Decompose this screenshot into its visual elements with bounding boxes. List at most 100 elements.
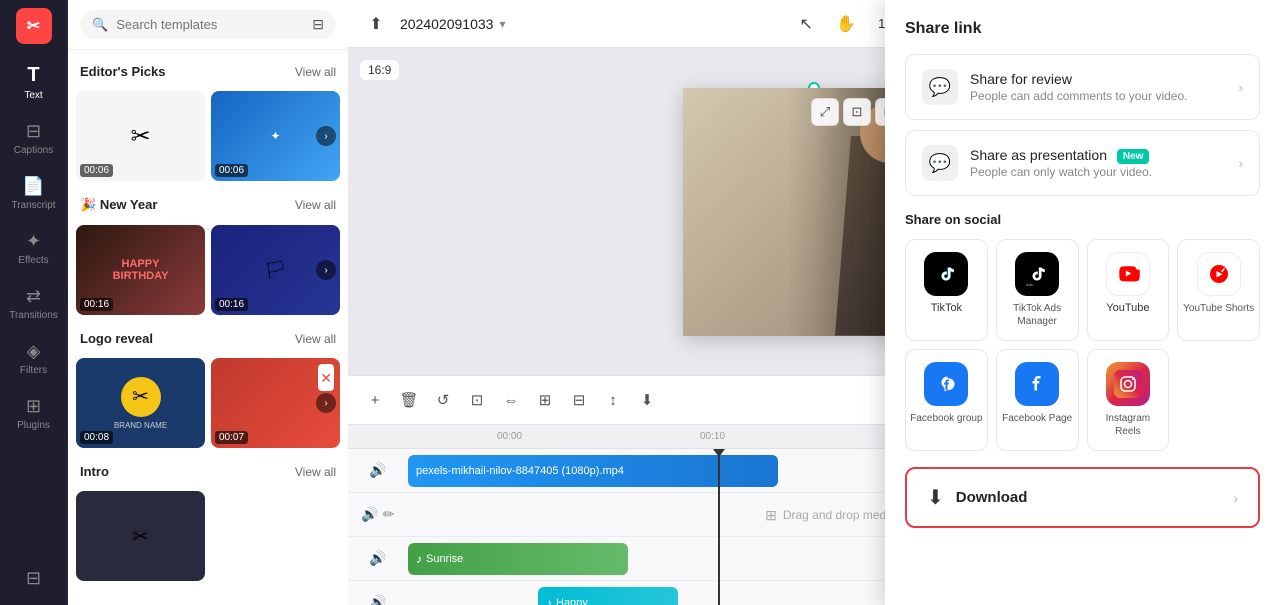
logo-reveal-row: ✂ BRAND NAME 00:08 ✕ 00:07 › bbox=[76, 358, 340, 448]
new-badge: New bbox=[1117, 149, 1150, 164]
search-wrap[interactable]: 🔍 ⊟ bbox=[80, 10, 336, 39]
section-editors-picks-viewall[interactable]: View all bbox=[295, 65, 336, 79]
template-card[interactable]: ✂ BRAND NAME 00:08 bbox=[76, 358, 205, 448]
aspect-ratio-badge: 16:9 bbox=[360, 60, 399, 80]
section-logo-reveal-viewall[interactable]: View all bbox=[295, 332, 336, 346]
timeline-flip-button[interactable]: ⇔ bbox=[496, 385, 526, 415]
volume-icon[interactable]: 🔊 bbox=[369, 462, 386, 479]
template-card[interactable]: ✂ 00:06 bbox=[76, 91, 205, 181]
new-year-emoji: 🎉 bbox=[80, 197, 100, 212]
sidebar-label-plugins: Plugins bbox=[17, 420, 50, 431]
timeline-add-button[interactable]: + bbox=[360, 385, 390, 415]
canvas-crop-button[interactable]: ⊡ bbox=[843, 98, 871, 126]
sidebar-item-transitions[interactable]: ⇄ Transitions bbox=[4, 278, 64, 329]
template-duration: 00:16 bbox=[215, 298, 248, 311]
timeline-unlink-button[interactable]: ⊟ bbox=[564, 385, 594, 415]
template-card[interactable]: ✂ bbox=[76, 491, 205, 581]
social-item-youtube-shorts[interactable]: YouTube Shorts bbox=[1177, 239, 1260, 341]
audio-icon: ♪ bbox=[546, 596, 552, 605]
track-controls-audio2: 🔊 bbox=[348, 594, 408, 605]
youtube-label: YouTube bbox=[1106, 302, 1149, 314]
share-as-presentation-title: Share as presentation New bbox=[970, 147, 1152, 163]
instagram-icon bbox=[1106, 362, 1150, 406]
facebook-group-icon bbox=[924, 362, 968, 406]
templates-search-area: 🔍 ⊟ bbox=[68, 0, 348, 50]
download-button[interactable]: ⬇ Download › bbox=[905, 467, 1260, 528]
share-for-review-title: Share for review bbox=[970, 71, 1187, 87]
sidebar-item-filters[interactable]: ◈ Filters bbox=[4, 333, 64, 384]
share-as-presentation-option[interactable]: 💬 Share as presentation New People can o… bbox=[905, 130, 1260, 196]
video-clip-label: pexels-mikhail-nilov-8847405 (1080p).mp4 bbox=[416, 465, 624, 477]
project-name-text: 202402091033 bbox=[400, 16, 493, 32]
timeline-split-button[interactable]: ⊞ bbox=[530, 385, 560, 415]
hand-tool-button[interactable]: ✋ bbox=[830, 8, 862, 40]
social-item-facebook-group[interactable]: Facebook group bbox=[905, 349, 988, 451]
share-as-presentation-arrow-icon: › bbox=[1238, 155, 1243, 171]
social-item-youtube[interactable]: YouTube bbox=[1087, 239, 1170, 341]
tiktok-label: TikTok bbox=[931, 302, 962, 314]
sidebar: ✂ T Text ⊟ Captions 📄 Transcript ✦ Effec… bbox=[0, 0, 68, 605]
project-name[interactable]: 202402091033 ▾ bbox=[400, 16, 505, 32]
timeline-download-button[interactable]: ⬇ bbox=[632, 385, 662, 415]
youtube-icon bbox=[1106, 252, 1150, 296]
section-new-year-title: 🎉 New Year bbox=[80, 197, 157, 213]
sidebar-item-effects[interactable]: ✦ Effects bbox=[4, 223, 64, 274]
sidebar-item-captions[interactable]: ⊟ Captions bbox=[4, 113, 64, 164]
download-label: Download bbox=[956, 489, 1028, 506]
timeline-crop-button[interactable]: ⊡ bbox=[462, 385, 492, 415]
sidebar-item-transcript[interactable]: 📄 Transcript bbox=[4, 168, 64, 219]
template-card[interactable]: 🏳 00:16 › bbox=[211, 225, 340, 315]
app-logo[interactable]: ✂ bbox=[16, 8, 52, 44]
video-clip[interactable]: pexels-mikhail-nilov-8847405 (1080p).mp4 bbox=[408, 455, 778, 487]
sidebar-item-plugins[interactable]: ⊞ Plugins bbox=[4, 388, 64, 439]
timeline-delete-button[interactable]: 🗑 bbox=[394, 385, 424, 415]
social-item-facebook-page[interactable]: Facebook Page bbox=[996, 349, 1079, 451]
section-intro-viewall[interactable]: View all bbox=[295, 465, 336, 479]
section-intro-header: Intro View all bbox=[76, 458, 340, 485]
facebook-page-label: Facebook Page bbox=[1002, 412, 1072, 425]
audio-clip-sunrise[interactable]: ♪ Sunrise bbox=[408, 543, 628, 575]
instagram-reels-label: Instagram Reels bbox=[1092, 412, 1165, 438]
audio-icon: ♪ bbox=[416, 552, 422, 566]
timeline-loop-button[interactable]: ↺ bbox=[428, 385, 458, 415]
volume-icon[interactable]: 🔊 bbox=[369, 550, 386, 567]
sidebar-item-text[interactable]: T Text bbox=[4, 56, 64, 109]
social-item-tiktok-ads[interactable]: Ads TikTok Ads Manager bbox=[996, 239, 1079, 341]
filter-icon[interactable]: ⊟ bbox=[312, 16, 324, 33]
editors-picks-row: ✂ 00:06 ✦ 00:06 › bbox=[76, 91, 340, 181]
template-card[interactable]: ✦ 00:06 › bbox=[211, 91, 340, 181]
project-name-chevron-icon: ▾ bbox=[499, 17, 505, 31]
youtube-shorts-label: YouTube Shorts bbox=[1183, 302, 1254, 315]
sidebar-label-transitions: Transitions bbox=[9, 310, 58, 321]
search-input[interactable] bbox=[116, 17, 304, 32]
review-icon: 💬 bbox=[922, 69, 958, 105]
volume-icon[interactable]: 🔊 bbox=[361, 506, 378, 523]
audio-clip-happy[interactable]: ♪ Happy bbox=[538, 587, 678, 605]
share-for-review-left: 💬 Share for review People can add commen… bbox=[922, 69, 1187, 105]
template-duration: 00:06 bbox=[80, 164, 113, 177]
template-card[interactable]: ✕ 00:07 › bbox=[211, 358, 340, 448]
volume-icon[interactable]: 🔊 bbox=[369, 594, 386, 605]
social-item-tiktok[interactable]: TikTok bbox=[905, 239, 988, 341]
sidebar-label-effects: Effects bbox=[18, 255, 48, 266]
social-item-instagram-reels[interactable]: Instagram Reels bbox=[1087, 349, 1170, 451]
template-arrow-icon[interactable]: › bbox=[316, 393, 336, 413]
share-for-review-option[interactable]: 💬 Share for review People can add commen… bbox=[905, 54, 1260, 120]
template-arrow-icon[interactable]: › bbox=[316, 260, 336, 280]
select-tool-button[interactable]: ↖ bbox=[790, 8, 822, 40]
effects-icon: ✦ bbox=[26, 231, 41, 252]
timeline-resize-button[interactable]: ↕ bbox=[598, 385, 628, 415]
track-controls-media: 🔊 ✏ bbox=[348, 506, 408, 523]
drag-icon: ⊞ bbox=[765, 507, 777, 524]
section-new-year-viewall[interactable]: View all bbox=[295, 198, 336, 212]
templates-panel: 🔍 ⊟ Editor's Picks View all ✂ 00:06 ✦ 00… bbox=[68, 0, 348, 605]
search-icon: 🔍 bbox=[92, 17, 108, 33]
template-arrow-icon[interactable]: › bbox=[316, 126, 336, 146]
edit-icon[interactable]: ✏ bbox=[383, 506, 395, 523]
intro-row: ✂ bbox=[76, 491, 340, 581]
upload-button[interactable]: ⬆ bbox=[360, 8, 392, 40]
canvas-expand-button[interactable]: ⤢ bbox=[811, 98, 839, 126]
sidebar-item-misc[interactable]: ⊟ bbox=[4, 560, 64, 597]
section-intro-title: Intro bbox=[80, 464, 109, 479]
template-card[interactable]: HAPPYBIRTHDAY 00:16 bbox=[76, 225, 205, 315]
